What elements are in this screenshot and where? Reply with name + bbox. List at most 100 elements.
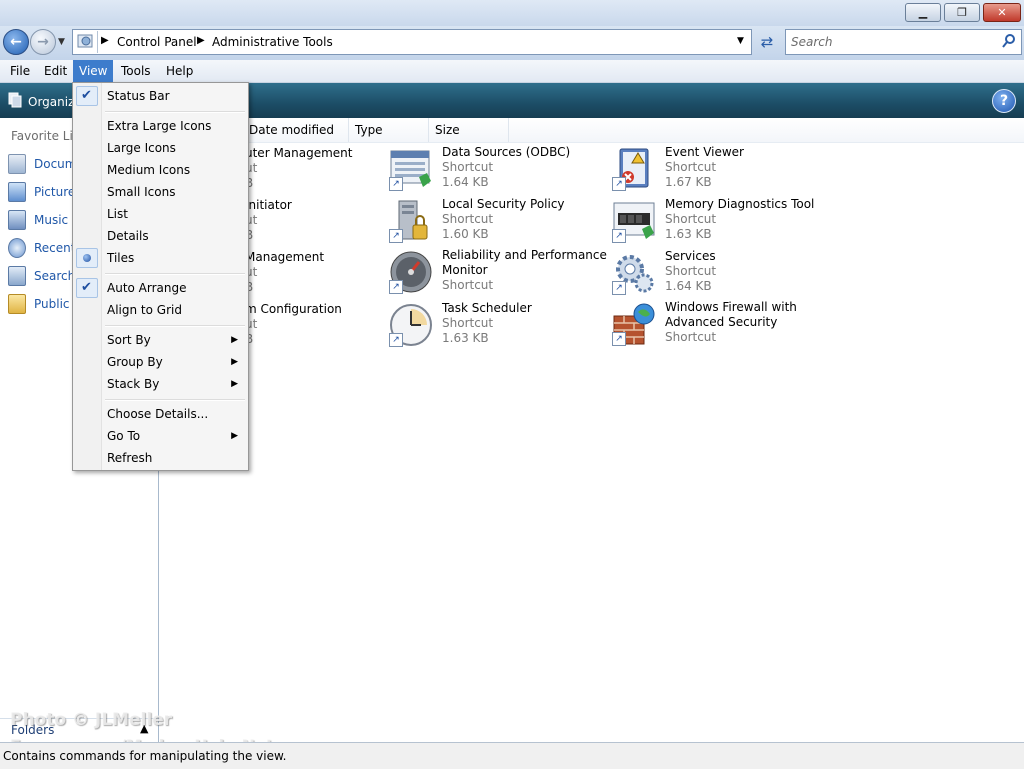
menu-item-tiles[interactable]: Tiles [73, 247, 248, 269]
menu-item-small-icons[interactable]: Small Icons [73, 181, 248, 203]
menu-edit[interactable]: Edit [38, 60, 73, 82]
menu-help[interactable]: Help [160, 60, 199, 82]
search-icon[interactable] [1001, 33, 1017, 52]
menu-item-medium-icons[interactable]: Medium Icons [73, 159, 248, 181]
forward-button[interactable]: → [30, 29, 56, 55]
breadcrumb-administrative-tools[interactable]: Administrative Tools [212, 35, 333, 49]
column-size[interactable]: Size [429, 118, 509, 142]
maximize-button[interactable]: ❐ [944, 3, 980, 22]
tile-type: Shortcut [442, 212, 494, 226]
tile-type: Shortcut [665, 212, 717, 226]
shortcut-arrow-icon: ↗ [389, 177, 403, 191]
status-text: Contains commands for manipulating the v… [3, 749, 287, 763]
menu-separator [105, 111, 245, 113]
fav-link-pictures[interactable]: Picture [8, 181, 75, 203]
menu-item-stack-by[interactable]: Stack By ▶ [73, 373, 248, 395]
column-date-modified[interactable]: Date modified [243, 118, 349, 142]
menu-item-label: Stack By [107, 377, 160, 391]
fav-link-search[interactable]: Search [8, 265, 75, 287]
radio-bullet-icon [83, 254, 91, 262]
tile-name: Windows Firewall with Advanced Security [665, 300, 797, 329]
tile-type: Shortcut [442, 278, 494, 292]
tile-event-viewer[interactable]: ↗ Event Viewer Shortcut 1.67 KB [612, 145, 832, 195]
tile-data-sources[interactable]: ↗ Data Sources (ODBC) Shortcut 1.64 KB [389, 145, 609, 195]
file-list: Date modified Type Size uter Management … [159, 118, 1024, 742]
tile-type: Shortcut [665, 330, 717, 344]
tile-size: 1.67 KB [665, 175, 712, 189]
fav-link-music[interactable]: Music [8, 209, 68, 231]
submenu-arrow-icon: ▶ [231, 357, 238, 367]
view-menu: ✔ Status Bar Extra Large Icons Large Ico… [72, 82, 249, 471]
menu-item-label: Sort By [107, 333, 151, 347]
help-button[interactable]: ? [992, 89, 1016, 113]
menu-item-label: Details [107, 229, 149, 243]
search-input[interactable]: Search [785, 29, 1022, 55]
fav-link-label: Search [34, 269, 76, 283]
column-type[interactable]: Type [349, 118, 429, 142]
file-tile[interactable]: Initiator ut B [245, 198, 385, 248]
tile-task-scheduler[interactable]: ↗ Task Scheduler Shortcut 1.63 KB [389, 301, 609, 351]
favorite-links-header: Favorite Lin [11, 129, 81, 143]
file-tile[interactable]: m Configuration ut B [245, 302, 385, 352]
fav-link-documents[interactable]: Docum [8, 153, 76, 175]
shortcut-arrow-icon: ↗ [612, 229, 626, 243]
breadcrumb-arrow-icon[interactable]: ▶ [101, 35, 109, 46]
shortcut-arrow-icon: ↗ [389, 229, 403, 243]
menu-file[interactable]: File [4, 60, 36, 82]
address-bar[interactable]: ▶ Control Panel ▶ Administrative Tools ▼ [72, 29, 752, 55]
menu-item-label: Medium Icons [107, 163, 191, 177]
menu-item-choose-details[interactable]: Choose Details... [73, 403, 248, 425]
menu-item-list[interactable]: List [73, 203, 248, 225]
menu-view[interactable]: View [73, 60, 114, 82]
organize-button[interactable]: Organiz [8, 92, 74, 111]
tile-name: Reliability and Performance Monitor [442, 248, 607, 277]
menu-tools[interactable]: Tools [115, 60, 157, 82]
pictures-icon [8, 182, 26, 202]
recent-pages-dropdown[interactable]: ▼ [58, 37, 65, 47]
tile-local-security-policy[interactable]: ↗ Local Security Policy Shortcut 1.60 KB [389, 197, 609, 247]
menu-item-go-to[interactable]: Go To ▶ [73, 425, 248, 447]
back-button[interactable]: ← [3, 29, 29, 55]
menu-item-align-to-grid[interactable]: Align to Grid [73, 299, 248, 321]
services-icon: ↗ [612, 251, 656, 295]
menu-item-status-bar[interactable]: ✔ Status Bar [73, 85, 248, 107]
menu-item-large-icons[interactable]: Large Icons [73, 137, 248, 159]
address-dropdown-icon[interactable]: ▼ [737, 36, 744, 46]
refresh-button[interactable]: ⇄ [755, 30, 779, 54]
menu-item-group-by[interactable]: Group By ▶ [73, 351, 248, 373]
close-button[interactable]: ✕ [983, 3, 1021, 22]
fav-link-label: Docum [34, 157, 77, 171]
file-tile[interactable]: Management ut B [245, 250, 385, 300]
menu-item-label: Choose Details... [107, 407, 209, 421]
menu-item-details[interactable]: Details [73, 225, 248, 247]
search-placeholder: Search [791, 35, 833, 49]
firewall-icon: ↗ [612, 302, 656, 346]
menu-item-sort-by[interactable]: Sort By ▶ [73, 329, 248, 351]
menu-item-refresh[interactable]: Refresh [73, 447, 248, 469]
tile-text: Services Shortcut 1.64 KB [665, 249, 835, 294]
breadcrumb-control-panel[interactable]: Control Panel [117, 35, 197, 49]
minimize-button[interactable]: ▁ [905, 3, 941, 22]
back-arrow-icon: ← [10, 34, 22, 50]
tile-reliability-monitor[interactable]: ↗ Reliability and Performance Monitor Sh… [389, 248, 609, 298]
tile-memory-diagnostics[interactable]: ↗ Memory Diagnostics Tool Shortcut 1.63 … [612, 197, 832, 247]
tile-services[interactable]: ↗ Services Shortcut 1.64 KB [612, 249, 832, 299]
file-tile[interactable]: uter Management ut B [245, 146, 385, 196]
fav-link-public[interactable]: Public [8, 293, 70, 315]
breadcrumb-separator-icon[interactable]: ▶ [197, 35, 205, 46]
tile-name: Memory Diagnostics Tool [665, 197, 815, 211]
tile-size: 1.60 KB [442, 227, 489, 241]
tile-type: Shortcut [665, 160, 717, 174]
tile-text: Memory Diagnostics Tool Shortcut 1.63 KB [665, 197, 835, 242]
tile-name: Event Viewer [665, 145, 744, 159]
fav-link-label: Public [34, 297, 70, 311]
menu-item-auto-arrange[interactable]: ✔ Auto Arrange [73, 277, 248, 299]
watermark: Photo © JLMeller [10, 710, 173, 730]
menu-item-extra-large-icons[interactable]: Extra Large Icons [73, 115, 248, 137]
menu-separator [105, 399, 245, 401]
close-icon: ✕ [997, 6, 1007, 19]
public-folder-icon [8, 294, 26, 314]
fav-link-recent[interactable]: Recent [8, 237, 75, 259]
event-viewer-icon: ↗ [612, 147, 656, 191]
tile-windows-firewall[interactable]: ↗ Windows Firewall with Advanced Securit… [612, 300, 832, 350]
